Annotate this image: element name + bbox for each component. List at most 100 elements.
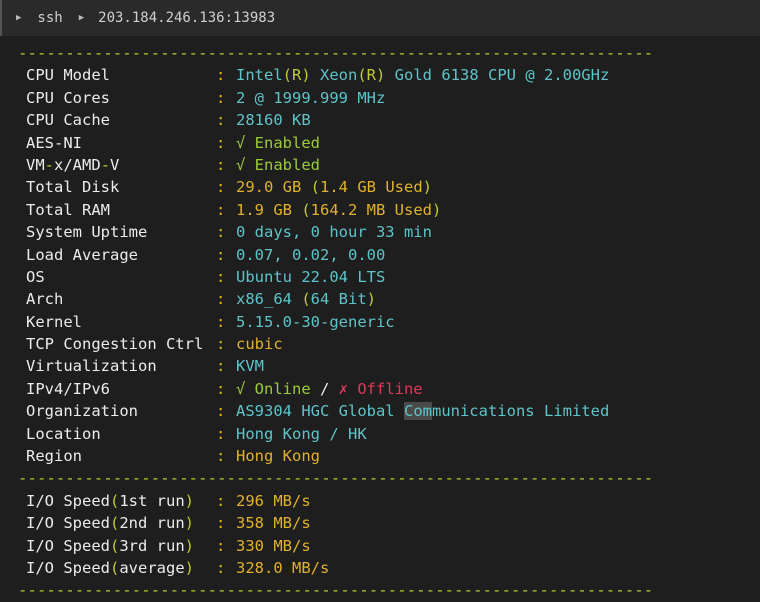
session-host-label: 203.184.246.136:13983 [98,10,276,26]
label-cpu-model: CPU Model [26,66,110,85]
separator: : [216,491,235,510]
separator: : [216,66,235,85]
separator: : [216,335,235,354]
value-load: 0.07, 0.02, 0.00 [236,245,386,264]
row-region: Region : Hong Kong [18,445,760,467]
separator: : [216,558,235,577]
separator: : [216,267,235,286]
label-io-speed-1: I/O Speed(1st run) [26,491,195,510]
session-tab[interactable]: ▶ ssh ▶ 203.184.246.136:13983 [0,0,760,36]
divider-line: ----------------------------------------… [18,469,654,488]
separator: : [216,290,235,309]
separator: : [216,447,235,466]
value-total-ram: 1.9 GB (164.2 MB Used) [236,200,442,219]
ipv6-offline: ✗ Offline [338,379,423,398]
row-load: Load Average : 0.07, 0.02, 0.00 [18,244,760,266]
value-arch: x86_64 (64 Bit) [236,290,377,309]
row-ipv: IPv4/IPv6 : √ Online / ✗ Offline [18,378,760,400]
label-ipv: IPv4/IPv6 [26,379,110,398]
row-io-speed-avg: I/O Speed(average) : 328.0 MB/s [18,557,760,579]
row-io-speed-2: I/O Speed(2nd run) : 358 MB/s [18,512,760,534]
divider-line: ----------------------------------------… [18,581,654,600]
value-region: Hong Kong [236,447,320,466]
value-organization: AS9304 HGC Global Communications Limited [236,402,610,421]
separator: : [216,88,235,107]
value-os: Ubuntu 22.04 LTS [236,267,386,286]
value-cpu-model: Intel(R) Xeon(R) Gold 6138 CPU @ 2.00GHz [236,66,610,85]
label-total-disk: Total Disk [26,178,120,197]
value-io-speed-2: 358 MB/s [236,514,311,533]
separator: : [216,514,235,533]
row-io-speed-1: I/O Speed(1st run) : 296 MB/s [18,490,760,512]
separator: : [216,357,235,376]
row-cpu-model: CPU Model : Intel(R) Xeon(R) Gold 6138 C… [18,64,760,86]
value-kernel: 5.15.0-30-generic [236,312,395,331]
value-cpu-cores: 2 @ 1999.999 MHz [236,88,386,107]
separator: : [216,536,235,555]
separator: : [216,379,235,398]
value-location: Hong Kong / HK [236,424,367,443]
row-kernel: Kernel : 5.15.0-30-generic [18,311,760,333]
divider-line: ----------------------------------------… [18,44,654,62]
label-aes-ni: AES-NI [26,133,82,152]
value-aes-ni: √ Enabled [236,133,320,152]
session-app-label: ssh [37,10,63,26]
value-io-speed-1: 296 MB/s [236,491,311,510]
row-total-ram: Total RAM : 1.9 GB (164.2 MB Used) [18,199,760,221]
value-io-speed-3: 330 MB/s [236,536,311,555]
row-location: Location : Hong Kong / HK [18,423,760,445]
row-organization: Organization : AS9304 HGC Global Communi… [18,400,760,422]
value-ipv: √ Online / ✗ Offline [236,379,423,398]
separator: : [216,200,235,219]
row-aes-ni: AES-NI : √ Enabled [18,132,760,154]
row-os: OS : Ubuntu 22.04 LTS [18,266,760,288]
label-location: Location [26,424,101,443]
row-cpu-cache: CPU Cache : 28160 KB [18,109,760,131]
separator: : [216,111,235,130]
label-tcp: TCP Congestion Ctrl [26,335,204,354]
value-cpu-cache: 28160 KB [236,111,311,130]
label-kernel: Kernel [26,312,82,331]
label-region: Region [26,447,82,466]
expand-arrow-icon[interactable]: ▶ [16,13,21,23]
label-io-speed-avg: I/O Speed(average) [26,558,195,577]
label-cpu-cores: CPU Cores [26,88,110,107]
label-virtualization: Virtualization [26,357,157,376]
row-cpu-cores: CPU Cores : 2 @ 1999.999 MHz [18,87,760,109]
terminal-output[interactable]: ----------------------------------------… [0,42,760,602]
separator: : [216,133,235,152]
row-tcp: TCP Congestion Ctrl : cubic [18,333,760,355]
ipv4-online: √ Online [236,379,311,398]
breadcrumb-arrow-icon: ▶ [78,13,85,23]
value-tcp: cubic [236,335,283,354]
label-cpu-cache: CPU Cache [26,111,110,130]
separator: : [216,245,235,264]
separator: : [216,312,235,331]
row-io-speed-3: I/O Speed(3rd run) : 330 MB/s [18,535,760,557]
label-arch: Arch [26,290,64,309]
row-arch: Arch : x86_64 (64 Bit) [18,288,760,310]
separator: : [216,178,235,197]
label-vmx: VM-x/AMD-V [26,155,120,174]
row-uptime: System Uptime : 0 days, 0 hour 33 min [18,221,760,243]
row-total-disk: Total Disk : 29.0 GB (1.4 GB Used) [18,176,760,198]
separator: : [216,155,235,174]
separator: : [216,402,235,421]
label-organization: Organization [26,402,138,421]
text-selection-highlight: Com [403,402,432,421]
label-os: OS [26,267,45,286]
label-uptime: System Uptime [26,223,148,242]
label-total-ram: Total RAM [26,200,110,219]
row-virtualization: Virtualization : KVM [18,355,760,377]
label-io-speed-3: I/O Speed(3rd run) [26,536,195,555]
separator: : [216,223,235,242]
value-io-speed-avg: 328.0 MB/s [236,558,330,577]
value-total-disk: 29.0 GB (1.4 GB Used) [236,178,432,197]
label-load: Load Average [26,245,138,264]
separator: : [216,424,235,443]
value-vmx: √ Enabled [236,155,320,174]
value-virtualization: KVM [236,357,264,376]
value-uptime: 0 days, 0 hour 33 min [236,223,432,242]
label-io-speed-2: I/O Speed(2nd run) [26,514,195,533]
row-vmx: VM-x/AMD-V : √ Enabled [18,154,760,176]
